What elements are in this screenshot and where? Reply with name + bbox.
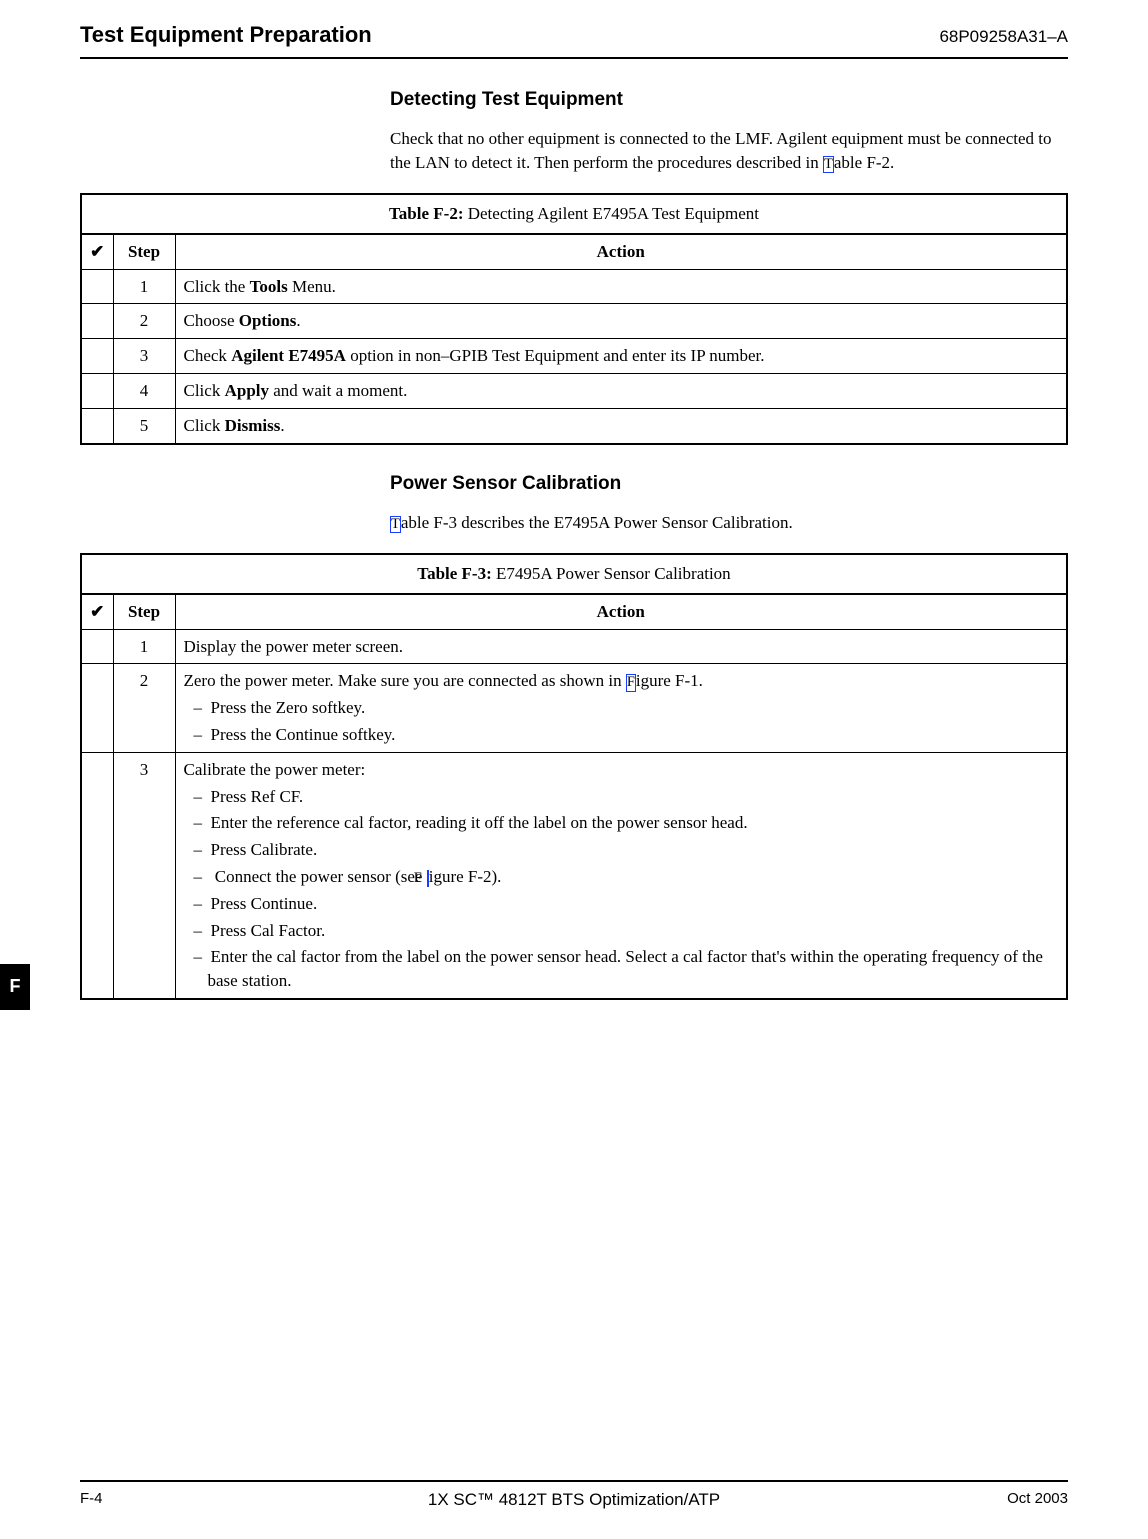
table-header-row: ✔ Step Action (81, 234, 1067, 269)
action-cell: Click the Tools Menu. (175, 269, 1067, 304)
check-cell (81, 629, 113, 664)
action-subitem: Enter the reference cal factor, reading … (184, 811, 1059, 835)
action-text: Menu. (288, 277, 336, 296)
table-row: 5 Click Dismiss. (81, 408, 1067, 443)
step-cell: 5 (113, 408, 175, 443)
table-row: 2 Zero the power meter. Make sure you ar… (81, 664, 1067, 752)
table-row: 1 Display the power meter screen. (81, 629, 1067, 664)
action-lead: Calibrate the power meter: (184, 758, 1059, 782)
action-cell: Zero the power meter. Make sure you are … (175, 664, 1067, 752)
action-bold: Apply (225, 381, 269, 400)
action-subitem: Connect the power sensor (see Figure F-2… (184, 865, 1059, 889)
check-cell (81, 373, 113, 408)
action-text: Zero the power meter. Make sure you are … (184, 671, 626, 690)
action-cell: Display the power meter screen. (175, 629, 1067, 664)
col-step-header: Step (113, 234, 175, 269)
action-text: Choose (184, 311, 239, 330)
table-caption-label: Table F-3: (417, 564, 491, 583)
action-text: Connect the power sensor (see (215, 867, 427, 886)
check-cell (81, 408, 113, 443)
action-subitem: Press Cal Factor. (184, 919, 1059, 943)
table-row: 4 Click Apply and wait a moment. (81, 373, 1067, 408)
table-row: 3 Calibrate the power meter: Press Ref C… (81, 752, 1067, 999)
step-cell: 2 (113, 304, 175, 339)
action-text: . (296, 311, 300, 330)
action-subitem: Press Ref CF. (184, 785, 1059, 809)
step-cell: 1 (113, 269, 175, 304)
col-action-header: Action (175, 594, 1067, 629)
appendix-tab: F (0, 964, 30, 1010)
step-cell: 1 (113, 629, 175, 664)
para-text: able F-3 describes the E7495A Power Sens… (401, 513, 793, 532)
step-cell: 4 (113, 373, 175, 408)
action-text: option in non–GPIB Test Equipment and en… (346, 346, 765, 365)
table-row: 3 Check Agilent E7495A option in non–GPI… (81, 339, 1067, 374)
para-text: Check that no other equipment is connect… (390, 129, 1052, 172)
page-footer: F-4 1X SC™ 4812T BTS Optimization/ATP Oc… (80, 1480, 1068, 1509)
action-text: igure F-1. (636, 671, 703, 690)
crossref-link-table-f3[interactable]: T (390, 516, 401, 533)
action-cell: Click Dismiss. (175, 408, 1067, 443)
check-cell (81, 304, 113, 339)
footer-page-number: F-4 (80, 1488, 103, 1509)
table-caption-text: E7495A Power Sensor Calibration (492, 564, 731, 583)
action-subitem: Press Continue. (184, 892, 1059, 916)
col-check-header: ✔ (81, 234, 113, 269)
action-subitem: Enter the cal factor from the label on t… (184, 945, 1059, 993)
action-bold: Agilent E7495A (231, 346, 346, 365)
step-cell: 2 (113, 664, 175, 752)
section-heading-power-sensor: Power Sensor Calibration (390, 471, 1068, 498)
action-subitem: Press the Continue softkey. (184, 723, 1059, 747)
check-cell (81, 664, 113, 752)
action-text: Click (184, 416, 225, 435)
footer-title: 1X SC™ 4812T BTS Optimization/ATP (80, 1488, 1068, 1512)
table-caption-text: Detecting Agilent E7495A Test Equipment (463, 204, 758, 223)
crossref-link-table-f2[interactable]: T (823, 156, 834, 173)
footer-date: Oct 2003 (1007, 1488, 1068, 1509)
action-text: Click (184, 381, 225, 400)
col-check-header: ✔ (81, 594, 113, 629)
table-f2-caption: Table F-2: Detecting Agilent E7495A Test… (80, 193, 1068, 233)
action-text: igure F-2). (429, 867, 502, 886)
action-subitem: Press Calibrate. (184, 838, 1059, 862)
action-bold: Tools (250, 277, 288, 296)
action-cell: Choose Options. (175, 304, 1067, 339)
step-cell: 3 (113, 752, 175, 999)
check-cell (81, 269, 113, 304)
table-row: 2 Choose Options. (81, 304, 1067, 339)
action-bold: Options (239, 311, 297, 330)
action-cell: Check Agilent E7495A option in non–GPIB … (175, 339, 1067, 374)
page-header-title: Test Equipment Preparation (80, 20, 372, 51)
section1-paragraph: Check that no other equipment is connect… (390, 127, 1068, 175)
crossref-link-figure-f1[interactable]: F (626, 674, 636, 691)
table-f3-caption: Table F-3: E7495A Power Sensor Calibrati… (80, 553, 1068, 593)
table-caption-label: Table F-2: (389, 204, 463, 223)
col-step-header: Step (113, 594, 175, 629)
action-text: Click the (184, 277, 250, 296)
action-text: and wait a moment. (269, 381, 407, 400)
action-cell: Click Apply and wait a moment. (175, 373, 1067, 408)
section-heading-detecting: Detecting Test Equipment (390, 87, 1068, 114)
table-row: 1 Click the Tools Menu. (81, 269, 1067, 304)
table-f3: Table F-3: E7495A Power Sensor Calibrati… (80, 553, 1068, 1000)
col-action-header: Action (175, 234, 1067, 269)
action-lead: Zero the power meter. Make sure you are … (184, 669, 1059, 693)
action-text: . (280, 416, 284, 435)
table-f2: Table F-2: Detecting Agilent E7495A Test… (80, 193, 1068, 445)
section2-paragraph: Table F-3 describes the E7495A Power Sen… (390, 511, 1068, 535)
page-header-docnum: 68P09258A31–A (939, 25, 1068, 49)
check-cell (81, 752, 113, 999)
step-cell: 3 (113, 339, 175, 374)
action-subitem: Press the Zero softkey. (184, 696, 1059, 720)
check-cell (81, 339, 113, 374)
action-bold: Dismiss (225, 416, 281, 435)
table-header-row: ✔ Step Action (81, 594, 1067, 629)
action-cell: Calibrate the power meter: Press Ref CF.… (175, 752, 1067, 999)
para-text: able F-2. (834, 153, 894, 172)
page-header: Test Equipment Preparation 68P09258A31–A (80, 20, 1068, 59)
action-text: Check (184, 346, 232, 365)
